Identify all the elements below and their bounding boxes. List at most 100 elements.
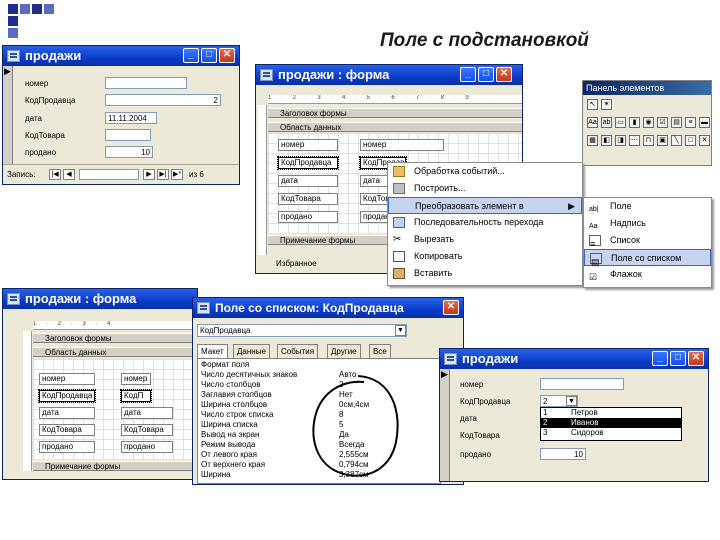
minimize-button[interactable]: _ [460,67,476,82]
menu-item-label: Построить... [414,183,466,193]
submenu-item-checkbox[interactable]: ☑ Флажок [584,266,711,283]
maximize-button[interactable]: □ [478,67,494,82]
tab-all[interactable]: Все [369,344,391,358]
unbound-frame-icon[interactable]: ◧ [601,135,612,146]
dropdown-option[interactable]: 3 Сидоров [541,428,681,438]
control-wizards-icon[interactable]: ✶ [601,99,612,110]
data-field[interactable]: 11.11.2004 [105,112,157,124]
tab-events[interactable]: События [277,344,319,358]
next-record-button[interactable]: ▶ [143,169,155,180]
menu-item-paste[interactable]: Вставить [388,265,582,282]
line-tool-icon[interactable]: ╲ [671,135,682,146]
label-tool-icon[interactable]: Aa [587,117,598,128]
close-button[interactable]: ✕ [496,67,512,82]
prev-record-button[interactable]: ◀ [63,169,75,180]
bound-frame-icon[interactable]: ◨ [615,135,626,146]
prodano-field[interactable]: 10 [105,146,153,158]
combobox-dropdown-icon[interactable]: ▼ [566,396,577,406]
tab-data[interactable]: Данные [233,344,270,358]
tab-layout[interactable]: Макет [197,344,228,358]
maximize-button[interactable]: □ [670,351,686,366]
textbox-tool-icon[interactable]: ab [601,117,612,128]
detail-section[interactable]: Область данных [268,122,522,132]
option-button-icon[interactable]: ◉ [643,117,654,128]
rectangle-tool-icon[interactable]: □ [685,135,696,146]
label-control-selected[interactable]: КодПродавца [277,156,339,170]
menu-item-tab-order[interactable]: Последовательность перехода [388,214,582,231]
close-button[interactable]: ✕ [443,300,459,315]
selector-dropdown-icon[interactable]: ▼ [395,325,406,336]
last-record-button[interactable]: ▶| [157,169,169,180]
record-selector[interactable]: ▶ [440,369,450,481]
label-control-selected[interactable]: КодПродавца [38,389,96,403]
form-footer-section[interactable]: Примечание формы [33,461,197,471]
close-button[interactable]: ✕ [219,48,235,63]
label-control[interactable]: продано [278,211,338,223]
submenu-item-combobox[interactable]: ▤ Поле со списком [584,249,711,267]
label-control[interactable]: КодТовара [278,193,338,205]
tab-control-icon[interactable]: ⊓ [643,135,654,146]
toolbox-title-bar[interactable]: Панель элементов [583,81,711,95]
label-control[interactable]: продано [39,441,95,453]
minimize-button[interactable]: _ [183,48,199,63]
subform-icon[interactable]: ▣ [657,135,668,146]
menu-item-convert-to[interactable]: Преобразовать элемент в ▶ [388,197,582,214]
close-button[interactable]: ✕ [688,351,704,366]
image-tool-icon[interactable]: ▦ [587,135,598,146]
field-label: продано [460,450,492,459]
submenu-item-label[interactable]: Aa Надпись [584,215,711,232]
title-bar[interactable]: продажи _ □ ✕ [3,46,239,66]
kodtovara-field[interactable] [105,129,151,141]
command-button-icon[interactable]: ▬ [699,117,710,128]
title-bar[interactable]: продажи : форма _ □ ✕ [256,65,522,85]
title-bar[interactable]: Поле со списком: КодПродавца ✕ [193,298,463,318]
option-group-icon[interactable]: ▭ [615,117,626,128]
combobox-control-selected[interactable]: КодП [120,389,152,403]
submenu-item-textbox[interactable]: ab| Поле [584,198,711,215]
menu-item-label: Последовательность перехода [414,217,544,227]
kodprodavca-field[interactable]: 2 [105,94,221,106]
listbox-tool-icon[interactable]: ≡ [685,117,696,128]
label-control[interactable]: дата [278,175,338,187]
form-header-section[interactable]: Заголовок формы [33,333,197,343]
text-control[interactable]: номер [360,139,444,151]
label-control[interactable]: номер [39,373,95,385]
menu-item-build[interactable]: Построить... [388,180,582,197]
text-control[interactable]: дата [121,407,173,419]
label-control[interactable]: дата [39,407,95,419]
text-control[interactable]: номер [121,373,151,385]
record-selector[interactable]: ▶ [3,66,13,166]
title-bar[interactable]: продажи : форма [3,289,197,309]
toggle-button-icon[interactable]: ▮ [629,117,640,128]
menu-item-copy[interactable]: Копировать [388,248,582,265]
nomer-field[interactable] [105,77,187,89]
record-number-field[interactable] [79,169,139,180]
submenu-arrow-icon: ▶ [568,201,575,211]
maximize-button[interactable]: □ [201,48,217,63]
submenu-item-listbox[interactable]: ≡ Список [584,232,711,249]
detail-section[interactable]: Область данных [33,347,197,357]
slide-decoration [8,28,18,38]
form-header-section[interactable]: Заголовок формы [268,108,522,118]
select-objects-icon[interactable]: ↖ [587,99,598,110]
object-selector[interactable]: КодПродавца [197,324,407,337]
text-control[interactable]: продано [121,441,173,453]
first-record-button[interactable]: |◀ [49,169,61,180]
checkbox-tool-icon[interactable]: ☑ [657,117,668,128]
new-record-button[interactable]: ▶* [171,169,183,180]
text-control[interactable]: КодТовара [121,424,173,436]
title-bar[interactable]: продажи _ □ ✕ [440,349,708,369]
dropdown-option-selected[interactable]: 2 Иванов [541,418,681,428]
tab-other[interactable]: Другие [327,344,361,358]
menu-item-cut[interactable]: ✂ Вырезать [388,231,582,248]
combobox-tool-icon[interactable]: ▤ [671,117,682,128]
menu-item-event-handling[interactable]: Обработка событий... [388,163,582,180]
nomer-field[interactable] [540,378,624,390]
page-break-icon[interactable]: ⋯ [629,135,640,146]
label-control[interactable]: номер [278,139,338,151]
prodano-field[interactable]: 10 [540,448,586,460]
dropdown-option[interactable]: 1 Петров [541,408,681,418]
label-control[interactable]: КодТовара [39,424,95,436]
minimize-button[interactable]: _ [652,351,668,366]
more-controls-icon[interactable]: ✕ [699,135,710,146]
